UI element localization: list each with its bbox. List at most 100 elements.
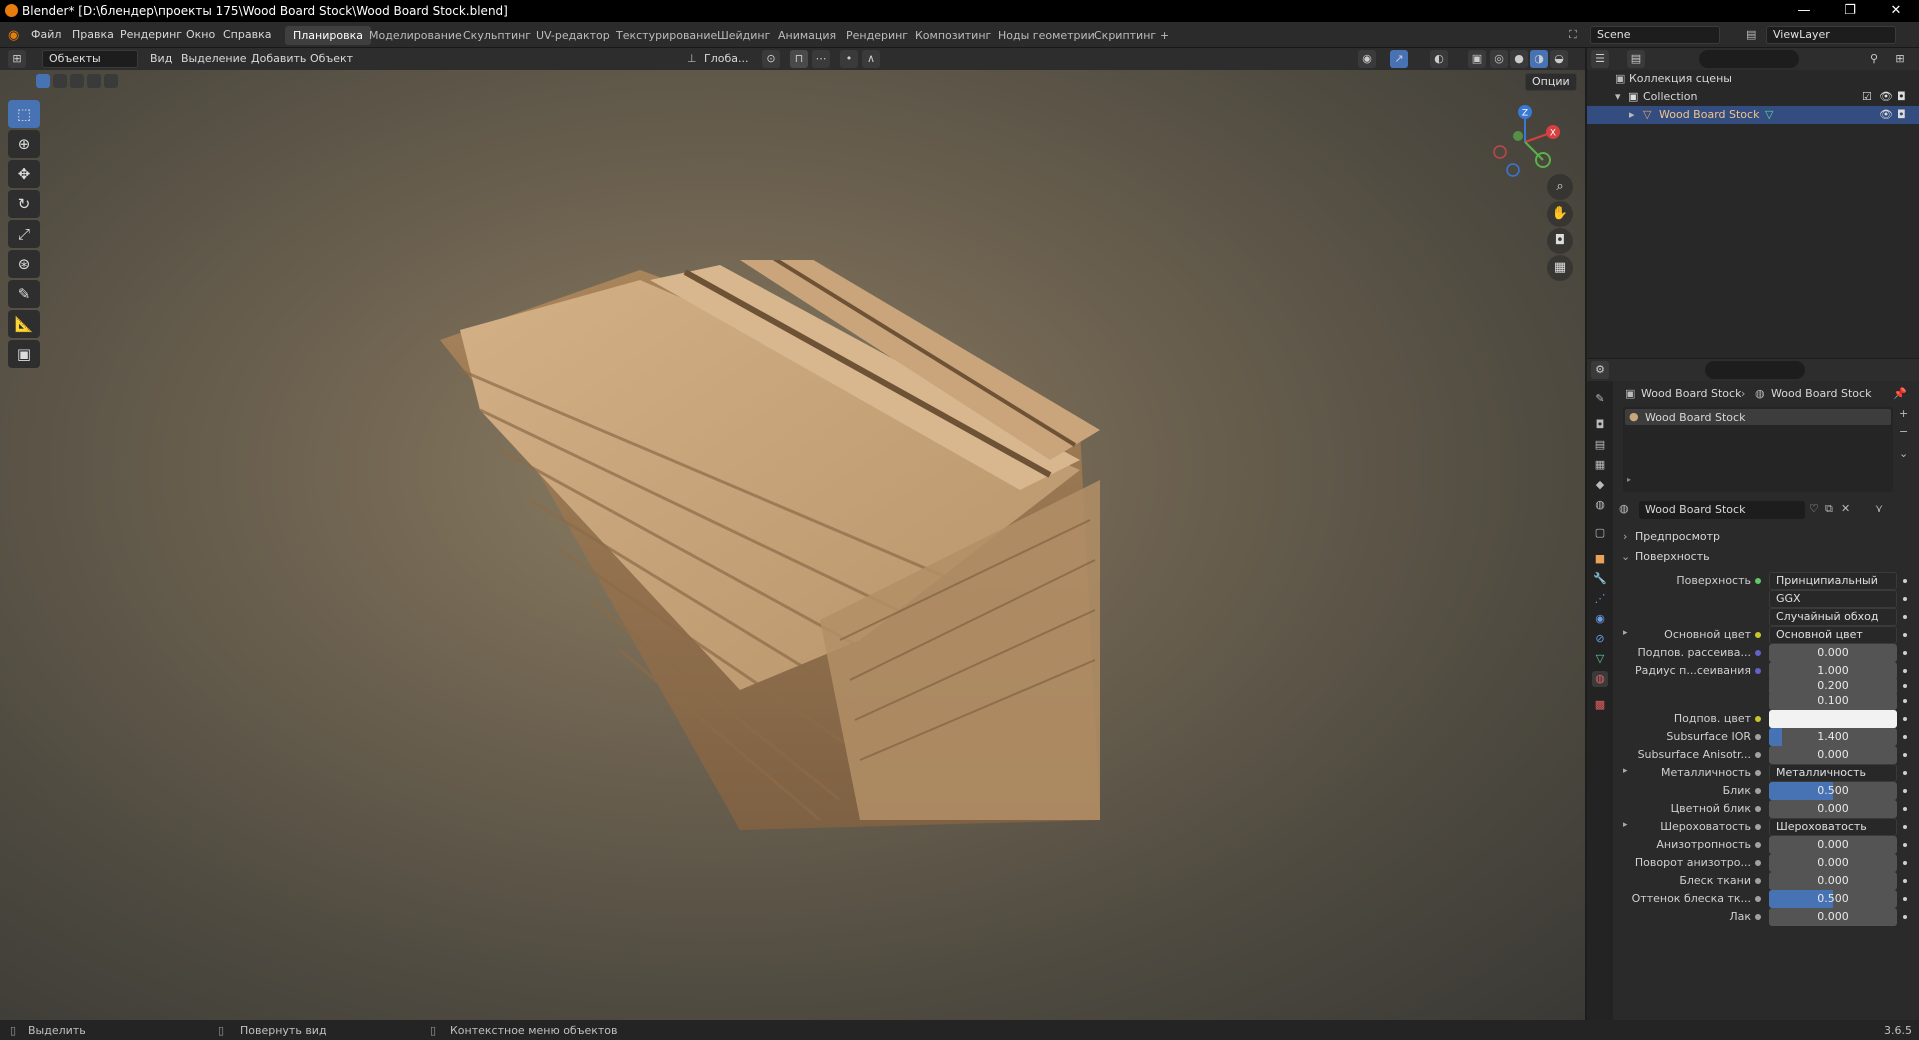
rendered-shading-icon[interactable]: ◒ [1550, 50, 1568, 68]
keyframe-dot-icon[interactable] [1903, 825, 1907, 829]
number-field[interactable]: 0.100 [1769, 692, 1897, 710]
physics-tab-icon[interactable]: ◉ [1592, 611, 1608, 627]
slot-specials-icon[interactable]: ⌄ [1899, 447, 1908, 460]
keyframe-dot-icon[interactable] [1903, 651, 1907, 655]
menu-help[interactable]: Справка [223, 28, 271, 41]
panel-surface[interactable]: ⌄ Поверхность [1615, 547, 1915, 567]
link-mode-icon[interactable]: ⋎ [1875, 502, 1883, 515]
scale-tool-icon[interactable]: ⤢ [8, 220, 40, 248]
duplicate-material-icon[interactable]: ⧉ [1825, 502, 1833, 516]
tool-tab-icon[interactable]: ✎ [1592, 391, 1608, 407]
menu-file[interactable]: Файл [31, 28, 61, 41]
modifier-tab-icon[interactable]: 🔧 [1592, 571, 1608, 587]
output-tab-icon[interactable]: ▤ [1592, 437, 1608, 453]
outliner-row-scene-collection[interactable]: ▣ Коллекция сцены [1587, 70, 1919, 88]
socket-icon[interactable] [1755, 842, 1761, 848]
keyframe-dot-icon[interactable] [1903, 897, 1907, 901]
annotate-tool-icon[interactable]: ✎ [8, 280, 40, 308]
keyframe-dot-icon[interactable] [1903, 807, 1907, 811]
select-extend-icon[interactable] [53, 74, 67, 88]
view-layer-tab-icon[interactable]: ▦ [1592, 457, 1608, 473]
tab-uv-editing[interactable]: UV-редактор [528, 26, 618, 45]
outliner-row-object[interactable]: ▸ ▽ Wood Board Stock ▽ 👁 ◘ [1587, 106, 1919, 124]
socket-icon[interactable] [1755, 668, 1761, 674]
constraints-tab-icon[interactable]: ⊘ [1592, 631, 1608, 647]
tab-sculpting[interactable]: Скульптинг [455, 26, 539, 45]
exclude-checkbox[interactable]: ☑ [1862, 88, 1872, 106]
slot-expand-icon[interactable]: ▸ [1627, 475, 1631, 484]
remove-slot-button[interactable]: − [1899, 425, 1908, 438]
scene-tab-icon[interactable]: ◆ [1592, 477, 1608, 493]
object-render-icon[interactable]: ◘ [1897, 106, 1906, 124]
falloff-icon[interactable]: ∧ [862, 50, 880, 68]
gizmo-toggle-icon[interactable]: ↗ [1390, 50, 1408, 68]
tab-shading[interactable]: Шейдинг [709, 26, 778, 45]
3d-viewport[interactable]: Опции ⬚ ⊕ ✥ ↻ ⤢ ⊛ ✎ 📐 ▣ Z X ⌕ ✋ ◘ ▦ [0, 70, 1585, 1020]
unlink-material-icon[interactable]: ✕ [1841, 502, 1850, 515]
dropdown-select[interactable]: GGX [1769, 590, 1897, 608]
object-eye-icon[interactable]: 👁 [1879, 106, 1893, 124]
navigation-gizmo[interactable]: Z X [1485, 100, 1565, 180]
socket-icon[interactable] [1755, 734, 1761, 740]
menu-object[interactable]: Объект [310, 52, 353, 65]
dropdown-select[interactable]: Случайный обход [1769, 608, 1897, 626]
material-tab-icon[interactable]: ◍ [1592, 671, 1608, 687]
scene-selector[interactable]: Scene [1590, 26, 1720, 44]
outliner-editor-icon[interactable]: ☰ [1591, 50, 1609, 68]
add-workspace-button[interactable]: + [1152, 26, 1177, 45]
menu-add[interactable]: Добавить [251, 52, 306, 65]
ortho-grid-icon[interactable]: ▦ [1547, 255, 1573, 281]
socket-icon[interactable] [1755, 716, 1761, 722]
collection-tab-icon[interactable]: ▢ [1592, 525, 1608, 541]
filter-icon[interactable]: ⚲ [1865, 50, 1883, 68]
material-slot-item[interactable]: ● Wood Board Stock [1625, 409, 1891, 425]
gizmo-neg-x[interactable] [1493, 145, 1507, 159]
proportional-edit-icon[interactable]: • [840, 50, 858, 68]
number-field[interactable]: 1.400 [1769, 728, 1897, 746]
fake-user-icon[interactable]: ♡ [1809, 502, 1819, 515]
expand-arrow-icon[interactable]: ▸ [1629, 106, 1635, 124]
expand-socket-icon[interactable]: ▸ [1623, 628, 1628, 638]
properties-editor-icon[interactable]: ⚙ [1591, 361, 1609, 379]
orientation-selector[interactable]: Глоба... [704, 52, 748, 65]
maximize-button[interactable]: ❐ [1827, 0, 1873, 22]
tab-modeling[interactable]: Моделирование [361, 26, 470, 45]
tab-rendering[interactable]: Рендеринг [838, 26, 916, 45]
render-tab-icon[interactable]: ◘ [1592, 417, 1608, 433]
snap-icon[interactable]: ⊓ [790, 50, 808, 68]
panel-preview[interactable]: › Предпросмотр [1615, 527, 1915, 547]
object-tab-icon[interactable]: ■ [1592, 551, 1608, 567]
linked-socket-field[interactable]: Металличность [1769, 764, 1897, 782]
number-field[interactable]: 0.000 [1769, 644, 1897, 662]
socket-icon[interactable] [1755, 806, 1761, 812]
options-dropdown[interactable]: Опции [1525, 73, 1577, 91]
mode-selector[interactable]: Объекты [42, 50, 138, 68]
browse-material-icon[interactable]: ◍ [1619, 502, 1629, 515]
wood-board-stock-model[interactable] [440, 260, 1340, 1020]
gizmo-neg-z[interactable] [1506, 163, 1520, 177]
keyframe-dot-icon[interactable] [1903, 789, 1907, 793]
cursor-tool-icon[interactable]: ⊕ [8, 130, 40, 158]
render-camera-icon[interactable]: ◘ [1897, 88, 1906, 106]
select-intersect-icon[interactable] [104, 74, 118, 88]
tab-texture-paint[interactable]: Текстурирование [608, 26, 725, 45]
tab-compositing[interactable]: Композитинг [907, 26, 999, 45]
select-invert-icon[interactable] [87, 74, 101, 88]
expand-socket-icon[interactable]: ▸ [1623, 766, 1628, 776]
number-field[interactable]: 0.000 [1769, 854, 1897, 872]
keyframe-dot-icon[interactable] [1903, 735, 1907, 739]
socket-icon[interactable] [1755, 752, 1761, 758]
eye-icon[interactable]: 👁 [1879, 88, 1893, 106]
tab-animation[interactable]: Анимация [770, 26, 844, 45]
keyframe-dot-icon[interactable] [1903, 915, 1907, 919]
number-field[interactable]: 0.000 [1769, 746, 1897, 764]
transform-tool-icon[interactable]: ⊛ [8, 250, 40, 278]
display-mode-icon[interactable]: ▤ [1627, 50, 1645, 68]
socket-icon[interactable] [1755, 650, 1761, 656]
world-tab-icon[interactable]: ◍ [1592, 497, 1608, 513]
keyframe-dot-icon[interactable] [1903, 597, 1907, 601]
number-field[interactable]: 0.500 [1769, 782, 1897, 800]
select-box-tool-icon[interactable]: ⬚ [8, 100, 40, 128]
keyframe-dot-icon[interactable] [1903, 717, 1907, 721]
menu-select[interactable]: Выделение [181, 52, 247, 65]
